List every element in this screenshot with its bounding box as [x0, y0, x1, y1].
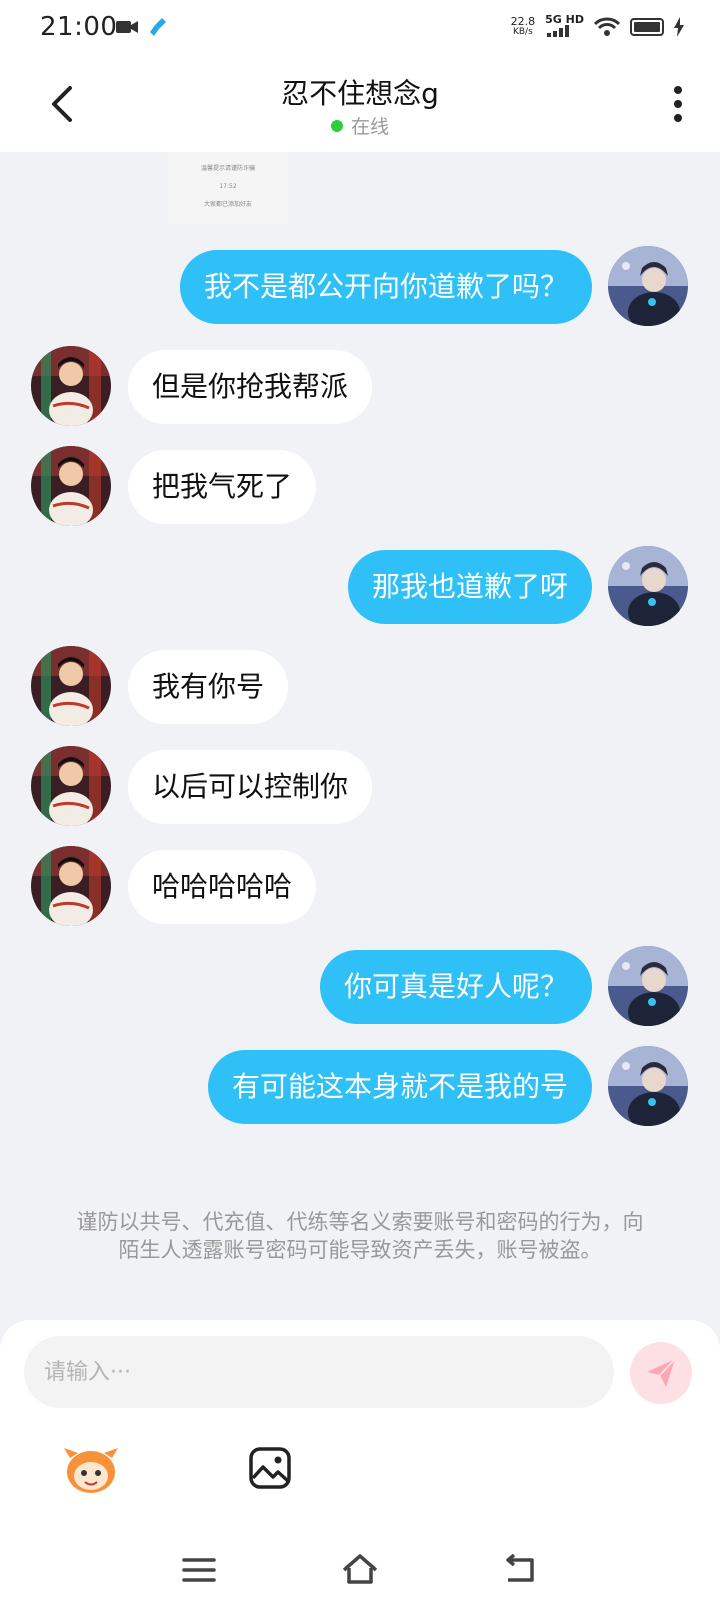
message-row: 哈哈哈哈哈	[0, 846, 720, 926]
message-row: 你可真是好人呢？	[0, 946, 720, 1026]
network-speed: 22.8 KB/s	[511, 16, 536, 38]
status-bar: 21:00 22.8 KB/s 5G HD	[0, 0, 720, 56]
message-input[interactable]	[24, 1336, 614, 1408]
received-message-bubble[interactable]: 但是你抢我帮派	[128, 350, 373, 424]
received-message-bubble[interactable]: 以后可以控制你	[128, 750, 373, 824]
chat-header: 忍不住想念g 在线	[0, 56, 720, 152]
battery-icon	[630, 17, 664, 36]
received-message-bubble[interactable]: 把我气死了	[128, 450, 317, 524]
home-icon[interactable]	[340, 1552, 380, 1588]
message-row: 以后可以控制你	[0, 746, 720, 826]
my-avatar[interactable]	[608, 946, 688, 1026]
message-row: 那我也道歉了呀	[0, 546, 720, 626]
contact-avatar[interactable]	[31, 346, 111, 426]
sent-message-bubble[interactable]: 有可能这本身就不是我的号	[207, 1050, 592, 1124]
online-dot-icon	[330, 120, 343, 132]
online-status: 在线	[0, 112, 720, 139]
chat-title: 忍不住想念g	[281, 77, 439, 110]
video-icon	[116, 21, 138, 33]
sent-message-bubble[interactable]: 你可真是好人呢？	[319, 950, 592, 1024]
signal-icon	[547, 25, 570, 37]
thumbnail-line: 温馨提示请谨防诈骗	[200, 165, 255, 172]
image-icon[interactable]	[248, 1446, 292, 1490]
my-avatar[interactable]	[608, 246, 688, 326]
image-thumbnail[interactable]: 温馨提示请谨防诈骗 17:52 大家都已添加好友	[168, 152, 288, 224]
message-list[interactable]: 温馨提示请谨防诈骗 17:52 大家都已添加好友 我不是都公开向你道歉了吗？ 但…	[0, 152, 720, 1322]
received-message-bubble[interactable]: 哈哈哈哈哈	[128, 850, 317, 924]
more-icon[interactable]	[668, 84, 688, 124]
status-time: 21:00	[40, 12, 118, 42]
contact-avatar[interactable]	[31, 646, 111, 726]
received-message-bubble[interactable]: 我有你号	[128, 650, 289, 724]
network-speed-unit: KB/s	[512, 26, 533, 37]
network-type-label: 5G HD	[545, 13, 584, 26]
message-row: 有可能这本身就不是我的号	[0, 1046, 720, 1126]
sent-message-bubble[interactable]: 我不是都公开向你道歉了吗？	[179, 250, 592, 324]
menu-icon[interactable]	[180, 1552, 220, 1588]
system-nav-bar	[0, 1532, 720, 1612]
contact-avatar[interactable]	[31, 746, 111, 826]
security-notice: 谨防以共号、代充值、代练等名义索要账号和密码的行为，向陌生人透露账号密码可能导致…	[76, 1210, 644, 1262]
thumbnail-line: 17:52	[219, 183, 237, 190]
message-row: 但是你抢我帮派	[0, 346, 720, 426]
contact-avatar[interactable]	[31, 446, 111, 526]
network-speed-value: 22.8	[510, 14, 536, 28]
message-row: 我不是都公开向你道歉了吗？	[0, 246, 720, 326]
back-nav-icon[interactable]	[500, 1552, 540, 1588]
online-status-label: 在线	[350, 116, 389, 138]
message-row: 把我气死了	[0, 446, 720, 526]
send-icon	[647, 1358, 676, 1387]
send-button[interactable]	[630, 1342, 692, 1404]
my-avatar[interactable]	[608, 1046, 688, 1126]
sent-message-bubble[interactable]: 那我也道歉了呀	[347, 550, 592, 624]
emoji-icon[interactable]	[62, 1444, 120, 1496]
cleaner-icon	[150, 18, 166, 36]
thumbnail-line: 大家都已添加好友	[203, 201, 252, 208]
wifi-icon	[594, 17, 620, 36]
contact-avatar[interactable]	[31, 846, 111, 926]
message-row: 我有你号	[0, 646, 720, 726]
network-type: 5G HD	[545, 14, 584, 39]
my-avatar[interactable]	[608, 546, 688, 626]
charging-icon	[674, 16, 684, 37]
